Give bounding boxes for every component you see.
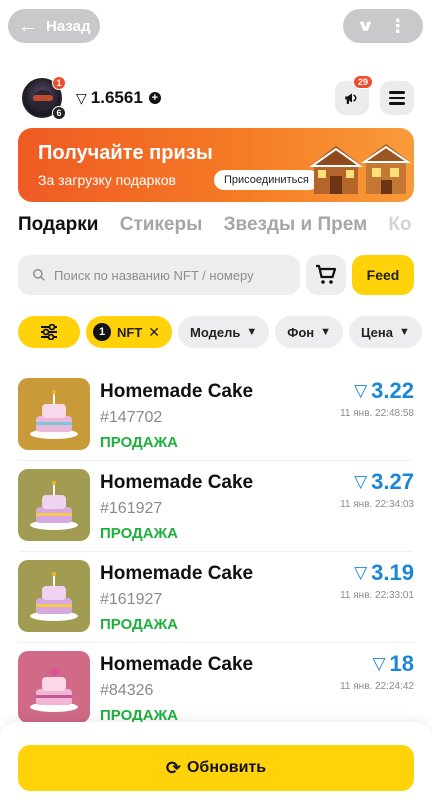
search-box[interactable] xyxy=(18,255,300,295)
gift-number: #161927 xyxy=(100,500,163,517)
cake-icon xyxy=(18,378,90,450)
refresh-icon: ⟳ xyxy=(165,757,181,778)
gift-timestamp: 11 янв. 22:34:03 xyxy=(340,499,414,510)
list-item[interactable]: Homemade Cake #161927 ПРОДАЖА ▽ 3.27 11 … xyxy=(18,461,414,552)
hamburger-icon xyxy=(389,91,405,105)
avatar-visor xyxy=(33,95,53,101)
window-menu[interactable]: ∨ ⋮ xyxy=(343,9,423,43)
price-value: 3.27 xyxy=(371,469,414,494)
cart-icon xyxy=(316,264,337,284)
gift-price[interactable]: ▽ 18 xyxy=(372,651,414,677)
back-label: Назад xyxy=(46,17,91,35)
gift-price[interactable]: ▽ 3.22 xyxy=(354,378,414,404)
nft-count-badge: 1 xyxy=(93,323,111,341)
gift-number: #84326 xyxy=(100,682,154,699)
announcements-button[interactable]: 29 xyxy=(335,75,373,115)
status-badge: ПРОДАЖА xyxy=(100,616,178,633)
tab-stickers[interactable]: Стикеры xyxy=(120,214,203,236)
top-bar: ← Назад ∨ ⋮ xyxy=(0,0,432,52)
gift-price[interactable]: ▽ 3.27 xyxy=(354,469,414,495)
filter-chip-price[interactable]: Цена ▼ xyxy=(349,316,422,348)
profile-row: 1 6 ▽ 1.6561 + 29 xyxy=(0,72,432,124)
menu-button[interactable] xyxy=(380,81,414,115)
gift-name: Homemade Cake xyxy=(100,472,254,493)
banner-title: Получайте призы xyxy=(38,142,213,164)
gingerbread-house-icon xyxy=(308,144,411,194)
status-badge: ПРОДАЖА xyxy=(100,525,178,542)
banner-subtitle: За загрузку подарков xyxy=(38,172,176,188)
tab-stars-premium[interactable]: Звезды и Прем xyxy=(224,214,368,236)
avatar-badge-top: 1 xyxy=(52,76,66,90)
megaphone-icon xyxy=(345,93,357,104)
ton-icon: ▽ xyxy=(354,472,368,491)
ton-icon: ▽ xyxy=(354,563,368,582)
notifications-count: 29 xyxy=(352,75,373,89)
filter-chip-model[interactable]: Модель ▼ xyxy=(178,316,270,348)
close-icon[interactable]: ✕ xyxy=(148,324,160,341)
arrow-left-icon: ← xyxy=(18,15,38,37)
refresh-button[interactable]: ⟳ Обновить xyxy=(18,745,414,791)
gift-thumbnail xyxy=(18,560,90,632)
list-item[interactable]: Homemade Cake #161927 ПРОДАЖА ▽ 3.19 11 … xyxy=(18,552,414,643)
ton-icon: ▽ xyxy=(76,89,87,106)
tab-gifts[interactable]: Подарки xyxy=(18,214,98,236)
cake-icon xyxy=(18,560,90,632)
gift-name: Homemade Cake xyxy=(100,381,254,402)
cake-icon xyxy=(18,651,90,723)
gift-timestamp: 11 янв. 22:48:58 xyxy=(340,408,414,419)
gift-timestamp: 11 янв. 22:33:01 xyxy=(340,590,414,601)
price-value: 3.19 xyxy=(371,560,414,585)
gift-thumbnail xyxy=(18,651,90,723)
filter-chip-background[interactable]: Фон ▼ xyxy=(275,316,344,348)
category-tabs: Подарки Стикеры Звезды и Прем Ко xyxy=(18,214,432,244)
gift-number: #147702 xyxy=(100,409,163,426)
chevron-down-icon[interactable]: ∨ xyxy=(357,16,375,36)
filter-chips: 1 NFT ✕ Модель ▼ Фон ▼ Цена ▼ xyxy=(18,316,432,348)
chevron-down-icon: ▼ xyxy=(399,326,410,338)
background-chip-label: Фон xyxy=(287,324,315,340)
gift-name: Homemade Cake xyxy=(100,654,254,675)
ton-icon: ▽ xyxy=(354,381,368,400)
filter-chip-nft[interactable]: 1 NFT ✕ xyxy=(86,316,173,348)
feed-button[interactable]: Feed xyxy=(352,255,414,295)
status-badge: ПРОДАЖА xyxy=(100,434,178,451)
gift-thumbnail xyxy=(18,469,90,541)
filter-settings-button[interactable] xyxy=(18,316,80,348)
gift-name: Homemade Cake xyxy=(100,563,254,584)
balance[interactable]: ▽ 1.6561 + xyxy=(76,88,161,108)
gift-list: Homemade Cake #147702 ПРОДАЖА ▽ 3.22 11 … xyxy=(18,370,414,734)
sliders-icon xyxy=(41,324,57,340)
tab-more[interactable]: Ко xyxy=(388,214,411,236)
gift-number: #161927 xyxy=(100,591,163,608)
balance-value: 1.6561 xyxy=(90,88,143,107)
search-input[interactable] xyxy=(54,267,274,283)
list-item[interactable]: Homemade Cake #147702 ПРОДАЖА ▽ 3.22 11 … xyxy=(18,370,414,461)
chevron-down-icon: ▼ xyxy=(246,326,258,338)
avatar-badge-bottom: 6 xyxy=(52,106,66,120)
more-vertical-icon[interactable]: ⋮ xyxy=(389,17,407,35)
model-chip-label: Модель xyxy=(190,324,241,340)
promo-banner[interactable]: Получайте призы За загрузку подарков При… xyxy=(18,128,414,202)
price-value: 18 xyxy=(389,651,414,676)
refresh-label: Обновить xyxy=(186,759,267,776)
gift-price[interactable]: ▽ 3.19 xyxy=(354,560,414,586)
gift-thumbnail xyxy=(18,378,90,450)
list-item[interactable]: Homemade Cake #84326 ПРОДАЖА ▽ 18 11 янв… xyxy=(18,643,414,734)
ton-icon: ▽ xyxy=(372,654,386,673)
chevron-down-icon: ▼ xyxy=(320,326,332,338)
join-button[interactable]: Присоединиться xyxy=(214,170,319,190)
cart-button[interactable] xyxy=(306,255,346,295)
cake-icon xyxy=(18,469,90,541)
nft-chip-label: NFT xyxy=(117,324,143,340)
gift-timestamp: 11 янв. 22:24:42 xyxy=(340,681,414,692)
price-chip-label: Цена xyxy=(361,324,393,340)
plus-icon[interactable]: + xyxy=(148,92,161,104)
avatar[interactable]: 1 6 xyxy=(22,76,66,120)
back-button[interactable]: ← Назад xyxy=(8,9,100,43)
price-value: 3.22 xyxy=(371,378,414,403)
search-icon xyxy=(33,269,45,281)
